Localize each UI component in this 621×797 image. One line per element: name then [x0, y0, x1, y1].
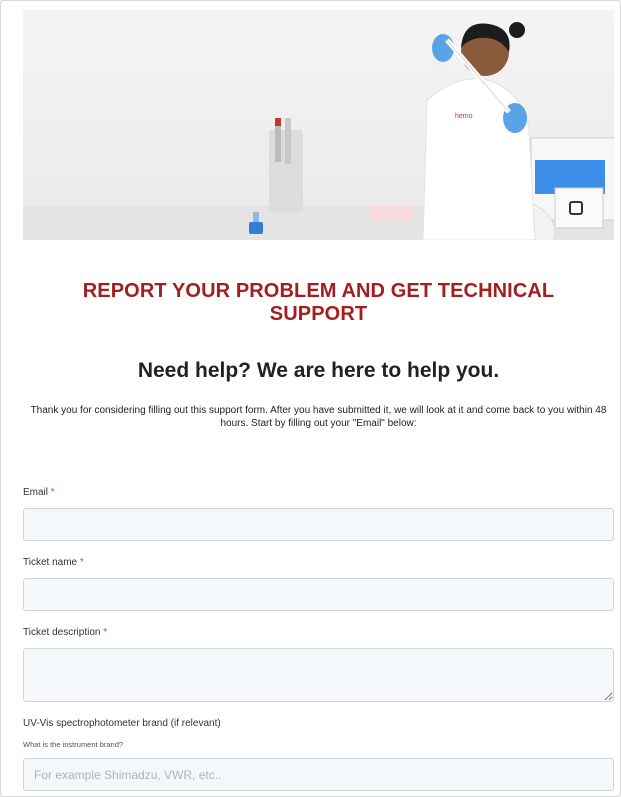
required-marker: * [79, 557, 84, 568]
lab-scientist-illustration: hemo [23, 22, 614, 240]
ticket-description-textarea[interactable] [23, 648, 614, 702]
ticket-description-field-group: Ticket description * [23, 627, 614, 702]
support-form-page: hemo REPORT YOUR PROBLEM AND GET TECHNIC… [0, 0, 621, 797]
form-content: REPORT YOUR PROBLEM AND GET TECHNICAL SU… [23, 240, 614, 430]
ticket-name-input[interactable] [23, 578, 614, 611]
ticket-name-field-group: Ticket name * [23, 557, 614, 611]
required-marker: * [103, 627, 108, 638]
email-input[interactable] [23, 508, 614, 541]
email-label: Email * [23, 487, 55, 498]
ticket-description-label: Ticket description * [23, 627, 108, 638]
page-title: REPORT YOUR PROBLEM AND GET TECHNICAL SU… [82, 280, 555, 325]
uv-brand-field-group: UV-Vis spectrophotometer brand (if relev… [23, 718, 614, 791]
uv-brand-label: UV-Vis spectrophotometer brand (if relev… [23, 718, 221, 729]
uv-brand-input[interactable] [23, 758, 614, 791]
ticket-name-label: Ticket name * [23, 557, 84, 568]
intro-text: Thank you for considering filling out th… [30, 405, 607, 429]
page-subtitle: Need help? We are here to help you. [137, 359, 500, 382]
hero-image: hemo [23, 10, 614, 240]
coat-logo-text: hemo [455, 113, 473, 120]
email-field-group: Email * [23, 487, 614, 541]
required-marker: * [50, 487, 55, 498]
uv-brand-help-text: What is the instrument brand? [23, 740, 124, 749]
